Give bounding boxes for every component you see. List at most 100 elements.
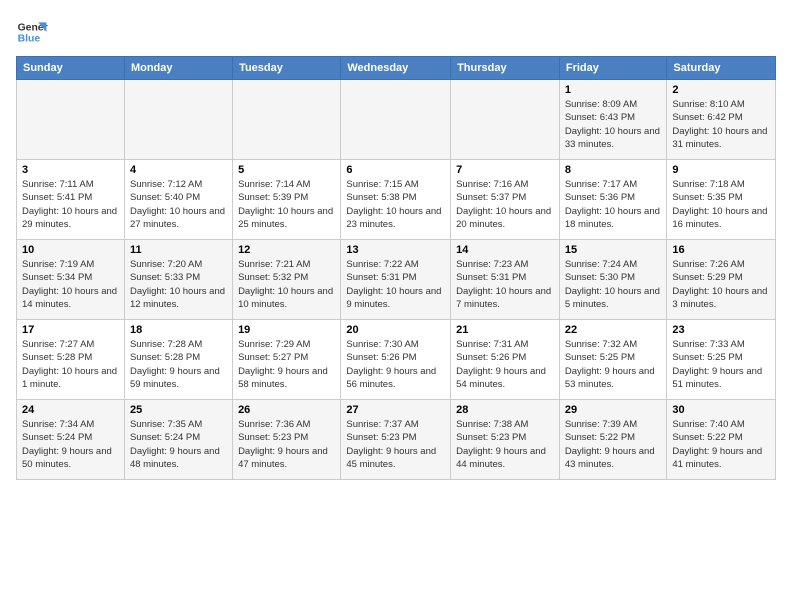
- day-info: Sunrise: 7:11 AMSunset: 5:41 PMDaylight:…: [22, 178, 119, 231]
- day-number: 3: [22, 164, 119, 176]
- day-number: 14: [456, 244, 554, 256]
- day-info: Sunrise: 7:29 AMSunset: 5:27 PMDaylight:…: [238, 338, 335, 391]
- day-info: Sunrise: 7:18 AMSunset: 5:35 PMDaylight:…: [672, 178, 770, 231]
- day-info: Sunrise: 8:10 AMSunset: 6:42 PMDaylight:…: [672, 98, 770, 151]
- day-number: 2: [672, 84, 770, 96]
- day-number: 1: [565, 84, 662, 96]
- day-info: Sunrise: 7:33 AMSunset: 5:25 PMDaylight:…: [672, 338, 770, 391]
- day-header-thursday: Thursday: [451, 57, 560, 80]
- day-number: 19: [238, 324, 335, 336]
- day-cell: 10 Sunrise: 7:19 AMSunset: 5:34 PMDayligh…: [17, 240, 125, 320]
- day-number: 12: [238, 244, 335, 256]
- calendar-table: SundayMondayTuesdayWednesdayThursdayFrid…: [16, 56, 776, 480]
- day-info: Sunrise: 7:32 AMSunset: 5:25 PMDaylight:…: [565, 338, 662, 391]
- day-number: 29: [565, 404, 662, 416]
- day-cell: 7 Sunrise: 7:16 AMSunset: 5:37 PMDaylight…: [451, 160, 560, 240]
- day-cell: [341, 80, 451, 160]
- day-cell: 17 Sunrise: 7:27 AMSunset: 5:28 PMDayligh…: [17, 320, 125, 400]
- day-cell: 16 Sunrise: 7:26 AMSunset: 5:29 PMDayligh…: [667, 240, 776, 320]
- day-header-tuesday: Tuesday: [233, 57, 341, 80]
- day-info: Sunrise: 7:21 AMSunset: 5:32 PMDaylight:…: [238, 258, 335, 311]
- day-cell: 1 Sunrise: 8:09 AMSunset: 6:43 PMDaylight…: [559, 80, 667, 160]
- day-info: Sunrise: 7:27 AMSunset: 5:28 PMDaylight:…: [22, 338, 119, 391]
- day-info: Sunrise: 7:20 AMSunset: 5:33 PMDaylight:…: [130, 258, 227, 311]
- day-cell: 25Sunrise: 7:35 AMSunset: 5:24 PMDayligh…: [124, 400, 232, 480]
- day-cell: 6 Sunrise: 7:15 AMSunset: 5:38 PMDaylight…: [341, 160, 451, 240]
- day-info: Sunrise: 7:24 AMSunset: 5:30 PMDaylight:…: [565, 258, 662, 311]
- day-cell: 14 Sunrise: 7:23 AMSunset: 5:31 PMDayligh…: [451, 240, 560, 320]
- day-info: Sunrise: 7:35 AMSunset: 5:24 PMDaylight:…: [130, 418, 227, 471]
- day-number: 22: [565, 324, 662, 336]
- day-info: Sunrise: 7:31 AMSunset: 5:26 PMDaylight:…: [456, 338, 554, 391]
- week-row-3: 10 Sunrise: 7:19 AMSunset: 5:34 PMDayligh…: [17, 240, 776, 320]
- day-info: Sunrise: 7:36 AMSunset: 5:23 PMDaylight:…: [238, 418, 335, 471]
- day-cell: 23 Sunrise: 7:33 AMSunset: 5:25 PMDayligh…: [667, 320, 776, 400]
- day-number: 13: [346, 244, 445, 256]
- day-number: 7: [456, 164, 554, 176]
- day-info: Sunrise: 7:12 AMSunset: 5:40 PMDaylight:…: [130, 178, 227, 231]
- day-number: 28: [456, 404, 554, 416]
- day-number: 26: [238, 404, 335, 416]
- day-number: 10: [22, 244, 119, 256]
- day-cell: [17, 80, 125, 160]
- day-number: 24: [22, 404, 119, 416]
- day-info: Sunrise: 7:26 AMSunset: 5:29 PMDaylight:…: [672, 258, 770, 311]
- day-info: Sunrise: 7:39 AMSunset: 5:22 PMDaylight:…: [565, 418, 662, 471]
- week-row-5: 24 Sunrise: 7:34 AMSunset: 5:24 PMDayligh…: [17, 400, 776, 480]
- day-info: Sunrise: 7:34 AMSunset: 5:24 PMDaylight:…: [22, 418, 119, 471]
- day-cell: [451, 80, 560, 160]
- day-info: Sunrise: 7:40 AMSunset: 5:22 PMDaylight:…: [672, 418, 770, 471]
- day-number: 21: [456, 324, 554, 336]
- day-cell: 12 Sunrise: 7:21 AMSunset: 5:32 PMDayligh…: [233, 240, 341, 320]
- day-cell: 11 Sunrise: 7:20 AMSunset: 5:33 PMDayligh…: [124, 240, 232, 320]
- day-number: 6: [346, 164, 445, 176]
- day-cell: 9 Sunrise: 7:18 AMSunset: 5:35 PMDaylight…: [667, 160, 776, 240]
- day-info: Sunrise: 7:38 AMSunset: 5:23 PMDaylight:…: [456, 418, 554, 471]
- day-cell: 30 Sunrise: 7:40 AMSunset: 5:22 PMDayligh…: [667, 400, 776, 480]
- day-info: Sunrise: 7:28 AMSunset: 5:28 PMDaylight:…: [130, 338, 227, 391]
- day-cell: [124, 80, 232, 160]
- day-info: Sunrise: 7:15 AMSunset: 5:38 PMDaylight:…: [346, 178, 445, 231]
- day-cell: 26 Sunrise: 7:36 AMSunset: 5:23 PMDayligh…: [233, 400, 341, 480]
- day-number: 15: [565, 244, 662, 256]
- day-number: 11: [130, 244, 227, 256]
- day-info: Sunrise: 7:30 AMSunset: 5:26 PMDaylight:…: [346, 338, 445, 391]
- day-info: Sunrise: 7:19 AMSunset: 5:34 PMDaylight:…: [22, 258, 119, 311]
- day-cell: 22 Sunrise: 7:32 AMSunset: 5:25 PMDayligh…: [559, 320, 667, 400]
- day-number: 16: [672, 244, 770, 256]
- day-cell: 21 Sunrise: 7:31 AMSunset: 5:26 PMDayligh…: [451, 320, 560, 400]
- day-number: 18: [130, 324, 227, 336]
- week-row-2: 3 Sunrise: 7:11 AMSunset: 5:41 PMDaylight…: [17, 160, 776, 240]
- day-number: 8: [565, 164, 662, 176]
- day-info: Sunrise: 7:23 AMSunset: 5:31 PMDaylight:…: [456, 258, 554, 311]
- day-number: 20: [346, 324, 445, 336]
- week-row-1: 1 Sunrise: 8:09 AMSunset: 6:43 PMDaylight…: [17, 80, 776, 160]
- day-number: 17: [22, 324, 119, 336]
- day-cell: 20 Sunrise: 7:30 AMSunset: 5:26 PMDayligh…: [341, 320, 451, 400]
- day-number: 30: [672, 404, 770, 416]
- day-cell: 29 Sunrise: 7:39 AMSunset: 5:22 PMDayligh…: [559, 400, 667, 480]
- day-info: Sunrise: 7:16 AMSunset: 5:37 PMDaylight:…: [456, 178, 554, 231]
- logo: General Blue: [16, 16, 48, 48]
- day-cell: 19 Sunrise: 7:29 AMSunset: 5:27 PMDayligh…: [233, 320, 341, 400]
- header-row: SundayMondayTuesdayWednesdayThursdayFrid…: [17, 57, 776, 80]
- week-row-4: 17 Sunrise: 7:27 AMSunset: 5:28 PMDayligh…: [17, 320, 776, 400]
- day-info: Sunrise: 7:17 AMSunset: 5:36 PMDaylight:…: [565, 178, 662, 231]
- day-header-friday: Friday: [559, 57, 667, 80]
- day-cell: 15 Sunrise: 7:24 AMSunset: 5:30 PMDayligh…: [559, 240, 667, 320]
- day-number: 23: [672, 324, 770, 336]
- header: General Blue: [16, 16, 776, 48]
- day-cell: 28 Sunrise: 7:38 AMSunset: 5:23 PMDayligh…: [451, 400, 560, 480]
- day-header-monday: Monday: [124, 57, 232, 80]
- day-header-sunday: Sunday: [17, 57, 125, 80]
- day-number: 9: [672, 164, 770, 176]
- day-info: Sunrise: 7:37 AMSunset: 5:23 PMDaylight:…: [346, 418, 445, 471]
- svg-text:Blue: Blue: [18, 34, 41, 45]
- day-cell: 5Sunrise: 7:14 AMSunset: 5:39 PMDaylight…: [233, 160, 341, 240]
- day-info: Sunrise: 8:09 AMSunset: 6:43 PMDaylight:…: [565, 98, 662, 151]
- day-cell: [233, 80, 341, 160]
- day-cell: 24 Sunrise: 7:34 AMSunset: 5:24 PMDayligh…: [17, 400, 125, 480]
- logo-icon: General Blue: [16, 16, 48, 48]
- day-info: Sunrise: 7:22 AMSunset: 5:31 PMDaylight:…: [346, 258, 445, 311]
- day-header-wednesday: Wednesday: [341, 57, 451, 80]
